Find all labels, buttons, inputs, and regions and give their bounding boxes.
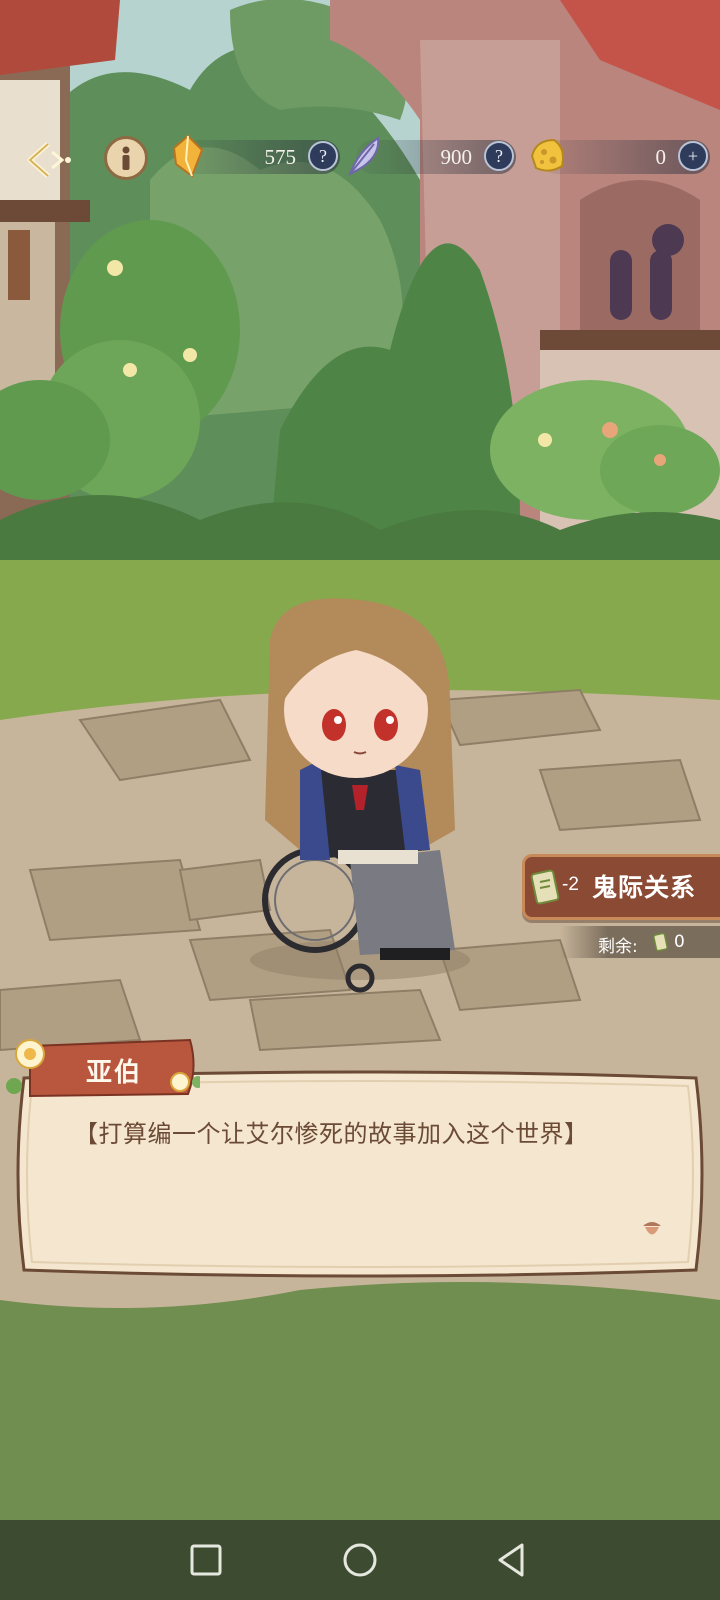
speaker-name: 亚伯	[86, 1058, 143, 1088]
remaining-label: 剩余:	[598, 937, 638, 957]
feather-value: 900	[440, 145, 473, 169]
feather-counter: 900 ?	[348, 136, 516, 177]
back-arrow-icon	[27, 142, 71, 178]
continue-acorn-icon[interactable]	[640, 1218, 664, 1240]
speaker-nameplate: 亚伯	[6, 1038, 200, 1100]
feather-icon	[348, 136, 380, 177]
info-button[interactable]	[104, 136, 148, 180]
info-icon	[122, 146, 130, 170]
crystal-icon	[172, 134, 204, 178]
cheese-icon	[530, 138, 564, 172]
remaining-count: 0	[674, 932, 685, 952]
system-nav-bar	[0, 1520, 720, 1600]
back-triangle-icon[interactable]	[492, 1540, 532, 1580]
background-illustration	[0, 0, 720, 1520]
crystal-help-button[interactable]: ?	[308, 141, 338, 171]
relation-label: 鬼际关系	[592, 873, 697, 902]
feather-help-button[interactable]: ?	[484, 141, 514, 171]
back-button[interactable]	[22, 138, 76, 182]
remaining-tickets: 剩余: 0	[560, 926, 720, 958]
crystal-value: 575	[264, 145, 297, 169]
ticket-icon	[530, 869, 560, 905]
cheese-add-button[interactable]: +	[678, 141, 708, 171]
relation-button[interactable]: -2 鬼际关系	[522, 854, 720, 920]
home-circle-icon[interactable]	[340, 1540, 380, 1580]
cheese-counter: 0 +	[530, 138, 710, 174]
resource-bar: 575 ? 900 ? 0 +	[0, 130, 720, 190]
recents-square-icon[interactable]	[186, 1540, 226, 1580]
ticket-icon	[653, 932, 668, 952]
crystal-counter: 575 ?	[172, 134, 340, 178]
game-scene	[0, 0, 720, 1520]
cheese-value: 0	[655, 145, 667, 169]
dialogue-text: 【打算编一个让艾尔惨死的故事加入这个世界】	[74, 1120, 589, 1148]
relation-cost: -2	[562, 874, 579, 895]
